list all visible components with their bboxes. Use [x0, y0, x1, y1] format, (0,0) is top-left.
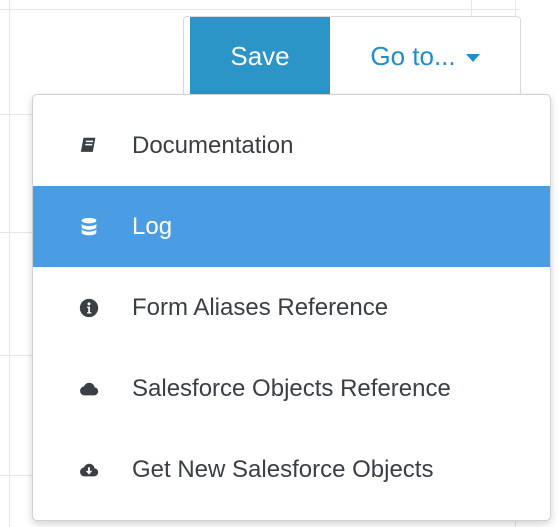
book-icon: [78, 135, 100, 157]
toolbar-button-group: Save Go to...: [183, 16, 521, 96]
menu-item-form-aliases-reference[interactable]: Form Aliases Reference: [33, 267, 550, 348]
menu-item-log[interactable]: Log: [33, 186, 550, 267]
goto-dropdown-menu: Documentation Log Form Aliases Reference…: [32, 94, 551, 521]
caret-down-icon: [465, 53, 480, 62]
save-button[interactable]: Save: [190, 17, 330, 95]
background-divider: [9, 0, 10, 527]
menu-item-label: Form Aliases Reference: [132, 293, 389, 321]
cloud-icon: [78, 378, 100, 400]
background-divider: [0, 355, 36, 356]
cloud-download-icon: [78, 459, 100, 481]
menu-item-label: Salesforce Objects Reference: [132, 374, 451, 402]
goto-dropdown-button[interactable]: Go to...: [330, 17, 520, 95]
background-divider: [0, 9, 520, 10]
page: Save Go to... Documentation Log Form Ali…: [0, 0, 558, 527]
database-icon: [78, 216, 100, 238]
menu-item-documentation[interactable]: Documentation: [33, 105, 550, 186]
menu-item-salesforce-objects-reference[interactable]: Salesforce Objects Reference: [33, 348, 550, 429]
goto-label: Go to...: [370, 40, 456, 71]
info-circle-icon: [78, 297, 100, 319]
background-divider: [0, 232, 36, 233]
background-divider: [0, 475, 36, 476]
menu-item-label: Get New Salesforce Objects: [132, 455, 434, 483]
menu-item-label: Log: [132, 212, 173, 240]
menu-item-get-new-salesforce-objects[interactable]: Get New Salesforce Objects: [33, 429, 550, 510]
menu-item-label: Documentation: [132, 131, 294, 159]
background-divider: [0, 114, 36, 115]
